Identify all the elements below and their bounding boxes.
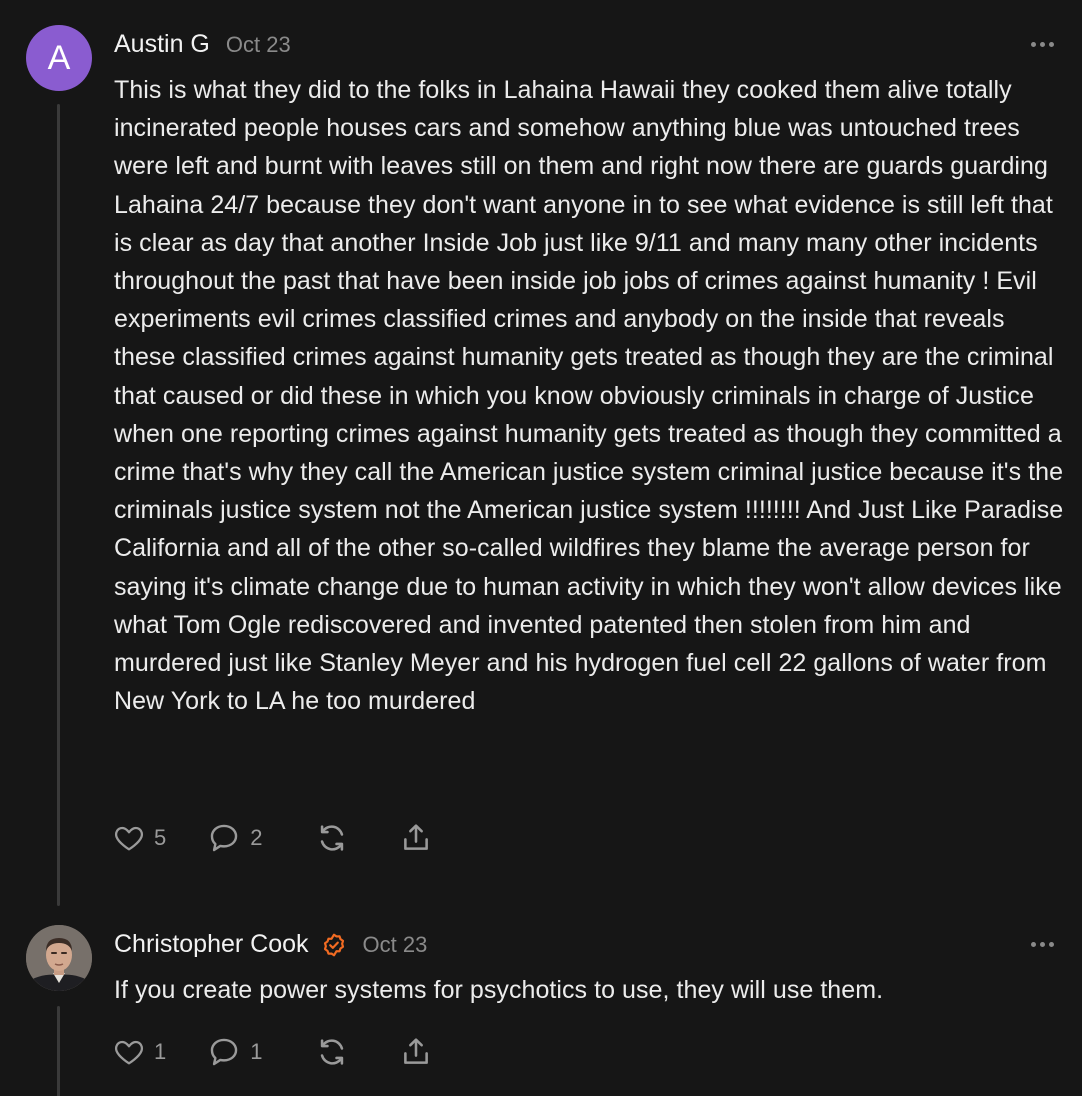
like-button[interactable]: 1 — [112, 1036, 166, 1068]
verified-badge-icon — [321, 932, 347, 958]
thread-line — [57, 1006, 60, 1096]
restack-button[interactable] — [315, 1035, 349, 1069]
reply-count: 2 — [250, 825, 263, 850]
thread-line — [57, 104, 60, 906]
restack-icon — [320, 1039, 343, 1065]
reply-button[interactable]: 1 — [206, 1035, 263, 1069]
comments-thread: A Austin G Oct 23 This is what they did … — [0, 0, 1082, 1096]
heart-icon — [115, 1040, 143, 1065]
comment-date[interactable]: Oct 23 — [226, 32, 291, 58]
author-name[interactable]: Austin G — [114, 30, 210, 59]
like-count: 5 — [154, 825, 167, 850]
author-name[interactable]: Christopher Cook — [114, 930, 309, 959]
profile-photo-icon — [26, 925, 92, 991]
speech-bubble-icon — [211, 824, 238, 852]
avatar[interactable]: A — [26, 25, 92, 91]
speech-bubble-icon — [211, 1038, 238, 1066]
comment-actions: 1 1 — [112, 1032, 433, 1072]
more-options-button[interactable] — [1029, 36, 1056, 53]
comment-header: Austin G Oct 23 — [114, 30, 291, 59]
reply-button[interactable]: 2 — [206, 821, 263, 855]
avatar-letter: A — [47, 38, 71, 77]
more-dots-icon — [1031, 42, 1036, 47]
heart-icon — [115, 826, 143, 851]
share-icon — [403, 824, 428, 850]
like-button[interactable]: 5 — [112, 822, 166, 854]
reply-count: 1 — [250, 1039, 263, 1064]
comment-body: This is what they did to the folks in La… — [114, 76, 1064, 716]
like-count: 1 — [154, 1039, 167, 1064]
comment-date[interactable]: Oct 23 — [363, 932, 428, 958]
restack-button[interactable] — [315, 821, 349, 855]
comment-body: If you create power systems for psychoti… — [114, 976, 884, 1004]
avatar[interactable] — [26, 925, 92, 991]
share-button[interactable] — [399, 821, 433, 855]
more-options-button[interactable] — [1029, 936, 1056, 953]
share-icon — [403, 1038, 428, 1064]
comment-header: Christopher Cook Oct 23 — [114, 930, 427, 959]
restack-icon — [320, 825, 343, 851]
share-button[interactable] — [399, 1035, 433, 1069]
more-dots-icon — [1031, 942, 1036, 947]
comment-actions: 5 2 — [112, 818, 433, 858]
